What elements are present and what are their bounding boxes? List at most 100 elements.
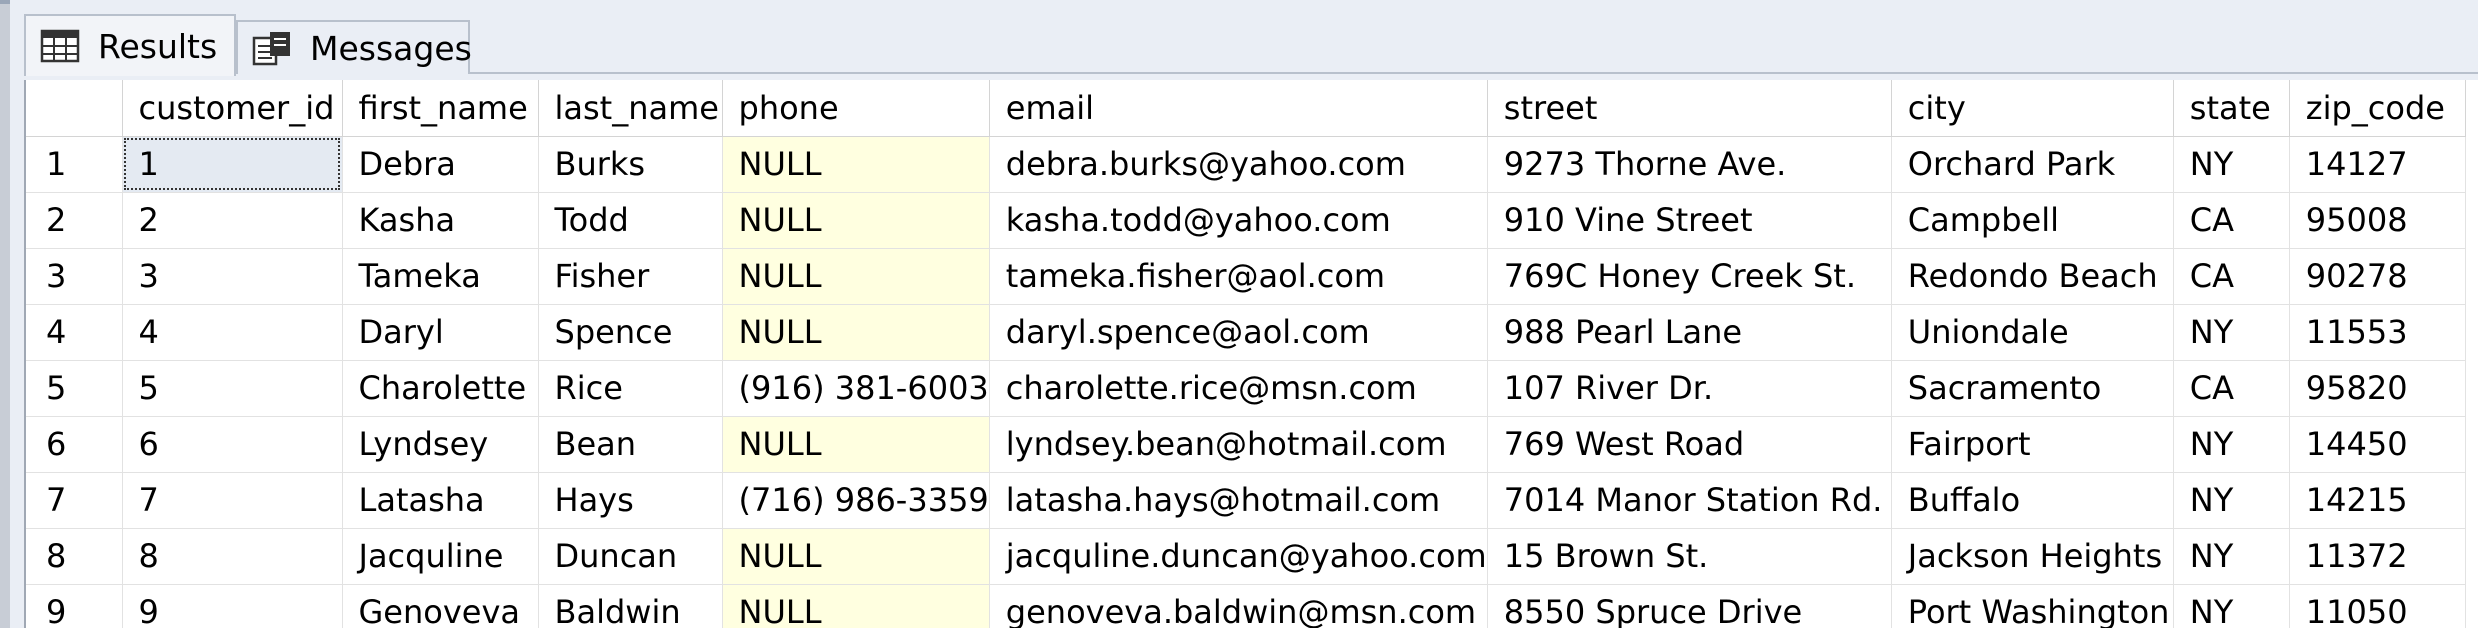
cell-email[interactable]: jacquline.duncan@yahoo.com: [989, 528, 1488, 585]
cell-street[interactable]: 769C Honey Creek St.: [1487, 248, 1892, 305]
column-header-street[interactable]: street: [1487, 80, 1892, 137]
cell-street[interactable]: 107 River Dr.: [1487, 360, 1892, 417]
cell-state[interactable]: CA: [2173, 192, 2290, 249]
row-number[interactable]: 9: [26, 584, 123, 628]
cell-last-name[interactable]: Baldwin: [538, 584, 723, 628]
cell-customer-id[interactable]: 5: [122, 360, 343, 417]
column-header-last-name[interactable]: last_name: [538, 80, 723, 137]
table-row[interactable]: 5 5 Charolette Rice (916) 381-6003 charolette…: [26, 360, 2466, 417]
cell-city[interactable]: Jackson Heights: [1891, 528, 2174, 585]
table-row[interactable]: 4 4 Daryl Spence NULL daryl.spence@aol.com 988…: [26, 304, 2466, 361]
cell-email[interactable]: daryl.spence@aol.com: [989, 304, 1488, 361]
cell-last-name[interactable]: Burks: [538, 136, 723, 193]
row-number[interactable]: 8: [26, 528, 123, 585]
cell-first-name[interactable]: Jacquline: [342, 528, 539, 585]
cell-phone[interactable]: NULL: [722, 304, 990, 361]
table-row[interactable]: 1 1 Debra Burks NULL debra.burks@yahoo.com 927…: [26, 136, 2466, 193]
cell-state[interactable]: NY: [2173, 416, 2290, 473]
cell-last-name[interactable]: Hays: [538, 472, 723, 529]
row-number[interactable]: 5: [26, 360, 123, 417]
cell-city[interactable]: Campbell: [1891, 192, 2174, 249]
cell-email[interactable]: latasha.hays@hotmail.com: [989, 472, 1488, 529]
cell-zip-code[interactable]: 11372: [2289, 528, 2466, 585]
tab-results[interactable]: Results: [24, 14, 236, 76]
cell-phone[interactable]: (716) 986-3359: [722, 472, 990, 529]
cell-city[interactable]: Sacramento: [1891, 360, 2174, 417]
cell-city[interactable]: Orchard Park: [1891, 136, 2174, 193]
cell-city[interactable]: Redondo Beach: [1891, 248, 2174, 305]
cell-zip-code[interactable]: 90278: [2289, 248, 2466, 305]
cell-email[interactable]: tameka.fisher@aol.com: [989, 248, 1488, 305]
cell-customer-id[interactable]: 4: [122, 304, 343, 361]
row-number[interactable]: 3: [26, 248, 123, 305]
cell-customer-id[interactable]: 6: [122, 416, 343, 473]
column-header-city[interactable]: city: [1891, 80, 2174, 137]
column-header-state[interactable]: state: [2173, 80, 2290, 137]
cell-street[interactable]: 8550 Spruce Drive: [1487, 584, 1892, 628]
cell-first-name[interactable]: Tameka: [342, 248, 539, 305]
cell-first-name[interactable]: Latasha: [342, 472, 539, 529]
cell-email[interactable]: genoveva.baldwin@msn.com: [989, 584, 1488, 628]
cell-email[interactable]: charolette.rice@msn.com: [989, 360, 1488, 417]
cell-city[interactable]: Uniondale: [1891, 304, 2174, 361]
cell-first-name[interactable]: Charolette: [342, 360, 539, 417]
cell-phone[interactable]: (916) 381-6003: [722, 360, 990, 417]
cell-customer-id[interactable]: 1: [122, 136, 343, 193]
cell-street[interactable]: 9273 Thorne Ave.: [1487, 136, 1892, 193]
column-header-email[interactable]: email: [989, 80, 1488, 137]
row-number[interactable]: 6: [26, 416, 123, 473]
cell-state[interactable]: NY: [2173, 304, 2290, 361]
cell-last-name[interactable]: Todd: [538, 192, 723, 249]
cell-last-name[interactable]: Bean: [538, 416, 723, 473]
table-row[interactable]: 9 9 Genoveva Baldwin NULL genoveva.baldwin@ms…: [26, 584, 2466, 628]
cell-street[interactable]: 769 West Road: [1487, 416, 1892, 473]
cell-customer-id[interactable]: 2: [122, 192, 343, 249]
column-header-phone[interactable]: phone: [722, 80, 990, 137]
cell-first-name[interactable]: Debra: [342, 136, 539, 193]
row-number[interactable]: 1: [26, 136, 123, 193]
row-number-header[interactable]: [26, 80, 123, 137]
row-number[interactable]: 7: [26, 472, 123, 529]
cell-street[interactable]: 7014 Manor Station Rd.: [1487, 472, 1892, 529]
table-row[interactable]: 6 6 Lyndsey Bean NULL lyndsey.bean@hotmail.co…: [26, 416, 2466, 473]
cell-customer-id[interactable]: 3: [122, 248, 343, 305]
cell-zip-code[interactable]: 95820: [2289, 360, 2466, 417]
cell-last-name[interactable]: Fisher: [538, 248, 723, 305]
cell-customer-id[interactable]: 8: [122, 528, 343, 585]
cell-email[interactable]: lyndsey.bean@hotmail.com: [989, 416, 1488, 473]
cell-first-name[interactable]: Kasha: [342, 192, 539, 249]
table-row[interactable]: 7 7 Latasha Hays (716) 986-3359 latasha.hays@…: [26, 472, 2466, 529]
cell-zip-code[interactable]: 14215: [2289, 472, 2466, 529]
cell-last-name[interactable]: Rice: [538, 360, 723, 417]
cell-city[interactable]: Fairport: [1891, 416, 2174, 473]
table-row[interactable]: 2 2 Kasha Todd NULL kasha.todd@yahoo.com 910 V…: [26, 192, 2466, 249]
tab-messages[interactable]: Messages: [236, 20, 472, 74]
cell-phone[interactable]: NULL: [722, 136, 990, 193]
cell-state[interactable]: CA: [2173, 360, 2290, 417]
cell-zip-code[interactable]: 11050: [2289, 584, 2466, 628]
cell-email[interactable]: kasha.todd@yahoo.com: [989, 192, 1488, 249]
row-number[interactable]: 4: [26, 304, 123, 361]
table-row[interactable]: 3 3 Tameka Fisher NULL tameka.fisher@aol.com 7…: [26, 248, 2466, 305]
cell-phone[interactable]: NULL: [722, 192, 990, 249]
cell-zip-code[interactable]: 11553: [2289, 304, 2466, 361]
cell-zip-code[interactable]: 95008: [2289, 192, 2466, 249]
column-header-customer-id[interactable]: customer_id: [122, 80, 343, 137]
table-row[interactable]: 8 8 Jacquline Duncan NULL jacquline.duncan@ya…: [26, 528, 2466, 585]
cell-email[interactable]: debra.burks@yahoo.com: [989, 136, 1488, 193]
cell-phone[interactable]: NULL: [722, 416, 990, 473]
cell-last-name[interactable]: Spence: [538, 304, 723, 361]
cell-phone[interactable]: NULL: [722, 528, 990, 585]
cell-street[interactable]: 988 Pearl Lane: [1487, 304, 1892, 361]
results-grid[interactable]: customer_id first_name last_name phone e…: [24, 80, 2478, 628]
cell-first-name[interactable]: Daryl: [342, 304, 539, 361]
column-header-zip-code[interactable]: zip_code: [2289, 80, 2466, 137]
cell-customer-id[interactable]: 7: [122, 472, 343, 529]
cell-phone[interactable]: NULL: [722, 584, 990, 628]
cell-city[interactable]: Buffalo: [1891, 472, 2174, 529]
cell-state[interactable]: NY: [2173, 584, 2290, 628]
cell-street[interactable]: 15 Brown St.: [1487, 528, 1892, 585]
cell-zip-code[interactable]: 14450: [2289, 416, 2466, 473]
cell-phone[interactable]: NULL: [722, 248, 990, 305]
cell-state[interactable]: NY: [2173, 472, 2290, 529]
